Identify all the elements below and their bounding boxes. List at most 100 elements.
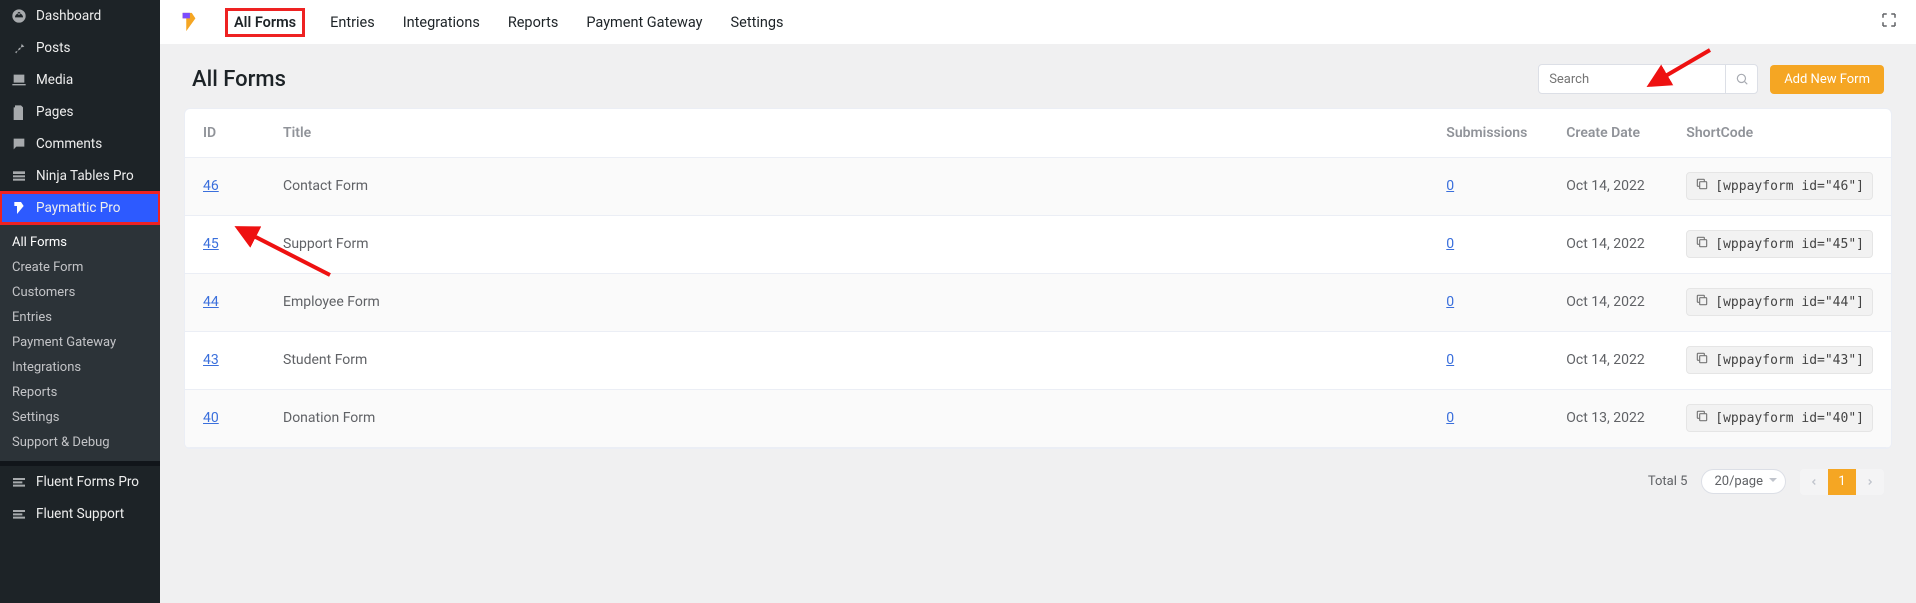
submissions-link[interactable]: 0: [1446, 236, 1454, 252]
table-row: 44 Employee Form 0 Oct 14, 2022 [wppayform i…: [185, 273, 1891, 331]
sidebar-item-fluent-support[interactable]: Fluent Support: [0, 498, 160, 530]
media-icon: [10, 72, 28, 88]
submenu-item-integrations[interactable]: Integrations: [0, 355, 160, 380]
shortcode-text: [wppayform id="45"]: [1715, 237, 1864, 252]
tab-settings[interactable]: Settings: [731, 14, 784, 31]
create-date-cell: Oct 14, 2022: [1548, 215, 1668, 273]
submissions-link[interactable]: 0: [1446, 410, 1454, 426]
pager-prev[interactable]: [1800, 469, 1828, 495]
create-date-cell: Oct 14, 2022: [1548, 331, 1668, 389]
wp-admin-sidebar: Dashboard Posts Media Pages Comments Ninja Ta…: [0, 0, 160, 603]
table-row: 45 Support Form 0 Oct 14, 2022 [wppayform id…: [185, 215, 1891, 273]
main-area: All Forms Entries Integrations Reports Payme…: [160, 0, 1916, 603]
plugin-topbar: All Forms Entries Integrations Reports Payme…: [160, 0, 1916, 44]
submenu-item-all-forms[interactable]: All Forms: [0, 230, 160, 255]
sidebar-item-pages[interactable]: Pages: [0, 96, 160, 128]
copy-icon: [1695, 351, 1709, 365]
submenu-item-reports[interactable]: Reports: [0, 380, 160, 405]
form-id-link[interactable]: 43: [203, 352, 219, 368]
submenu-item-settings[interactable]: Settings: [0, 405, 160, 430]
search-button[interactable]: [1725, 65, 1757, 93]
tab-all-forms[interactable]: All Forms: [228, 11, 302, 34]
submissions-link[interactable]: 0: [1446, 178, 1454, 194]
form-title-cell: Support Form: [265, 215, 1428, 273]
form-id-link[interactable]: 46: [203, 178, 219, 194]
table-row: 40 Donation Form 0 Oct 13, 2022 [wppayform i…: [185, 389, 1891, 447]
shortcode-text: [wppayform id="43"]: [1715, 353, 1864, 368]
sidebar-item-label: Fluent Forms Pro: [36, 474, 139, 490]
sidebar-item-label: Comments: [36, 136, 102, 152]
content-wrapper: All Forms Add New Form IDTitleSubmission…: [160, 44, 1916, 521]
chevron-left-icon: [1809, 477, 1819, 487]
shortcode-chip[interactable]: [wppayform id="40"]: [1686, 404, 1873, 432]
tab-integrations[interactable]: Integrations: [403, 14, 480, 31]
table-row: 43 Student Form 0 Oct 14, 2022 [wppayform id…: [185, 331, 1891, 389]
submenu-item-customers[interactable]: Customers: [0, 280, 160, 305]
tab-entries[interactable]: Entries: [330, 14, 375, 31]
tab-reports[interactable]: Reports: [508, 14, 559, 31]
sidebar-item-label: Ninja Tables Pro: [36, 168, 134, 184]
submenu-item-create-form[interactable]: Create Form: [0, 255, 160, 280]
form-title-cell: Employee Form: [265, 273, 1428, 331]
total-label: Total 5: [1648, 474, 1688, 489]
shortcode-chip[interactable]: [wppayform id="46"]: [1686, 172, 1873, 200]
tab-payment-gateway[interactable]: Payment Gateway: [586, 14, 702, 31]
create-date-cell: Oct 13, 2022: [1548, 389, 1668, 447]
fluent-icon: [10, 474, 28, 490]
fluent-icon: [10, 506, 28, 522]
shortcode-chip[interactable]: [wppayform id="45"]: [1686, 230, 1873, 258]
submenu-item-payment-gateway[interactable]: Payment Gateway: [0, 330, 160, 355]
shortcode-chip[interactable]: [wppayform id="44"]: [1686, 288, 1873, 316]
col-create-date: Create Date: [1548, 109, 1668, 157]
paymattic-submenu: All FormsCreate FormCustomersEntriesPaym…: [0, 224, 160, 461]
sidebar-item-label: Media: [36, 72, 73, 88]
shortcode-text: [wppayform id="46"]: [1715, 179, 1864, 194]
sidebar-item-comments[interactable]: Comments: [0, 128, 160, 160]
sidebar-item-label: Posts: [36, 40, 70, 56]
shortcode-chip[interactable]: [wppayform id="43"]: [1686, 346, 1873, 374]
submenu-item-support-debug[interactable]: Support & Debug: [0, 430, 160, 455]
copy-icon: [1695, 293, 1709, 307]
comment-icon: [10, 136, 28, 152]
sidebar-item-dashboard[interactable]: Dashboard: [0, 0, 160, 32]
add-new-form-button[interactable]: Add New Form: [1770, 65, 1884, 94]
col-shortcode: ShortCode: [1668, 109, 1891, 157]
submenu-item-entries[interactable]: Entries: [0, 305, 160, 330]
table-footer: Total 5 20/page 1: [184, 463, 1892, 501]
dash-icon: [10, 8, 28, 24]
form-title-cell: Student Form: [265, 331, 1428, 389]
form-id-link[interactable]: 44: [203, 294, 219, 310]
pager: 1: [1800, 469, 1884, 495]
copy-icon: [1695, 235, 1709, 249]
pager-page-1[interactable]: 1: [1828, 469, 1856, 495]
form-title-cell: Donation Form: [265, 389, 1428, 447]
sidebar-item-paymattic-pro[interactable]: Paymattic Pro: [0, 192, 160, 224]
form-id-link[interactable]: 45: [203, 236, 219, 252]
search-input[interactable]: [1539, 72, 1725, 87]
create-date-cell: Oct 14, 2022: [1548, 273, 1668, 331]
shortcode-text: [wppayform id="44"]: [1715, 295, 1864, 310]
sidebar-item-label: Pages: [36, 104, 74, 120]
sidebar-item-ninja-tables-pro[interactable]: Ninja Tables Pro: [0, 160, 160, 192]
sidebar-item-media[interactable]: Media: [0, 64, 160, 96]
table-row: 46Contact Form0Oct 14, 2022[wppayform id…: [185, 157, 1891, 215]
shortcode-text: [wppayform id="40"]: [1715, 411, 1864, 426]
page-size-select[interactable]: 20/page: [1701, 469, 1786, 494]
page-title: All Forms: [192, 67, 286, 92]
form-title-cell: Contact Form: [265, 157, 1428, 215]
search-icon: [1735, 72, 1749, 86]
sidebar-item-posts[interactable]: Posts: [0, 32, 160, 64]
sidebar-item-label: Fluent Support: [36, 506, 124, 522]
submissions-link[interactable]: 0: [1446, 352, 1454, 368]
fullscreen-icon[interactable]: [1880, 11, 1898, 33]
col-id: ID: [185, 109, 265, 157]
copy-icon: [1695, 177, 1709, 191]
search-wrap: [1538, 64, 1758, 94]
submissions-link[interactable]: 0: [1446, 294, 1454, 310]
copy-icon: [1695, 409, 1709, 423]
page-icon: [10, 104, 28, 120]
pager-next[interactable]: [1856, 469, 1884, 495]
sidebar-item-fluent-forms-pro[interactable]: Fluent Forms Pro: [0, 466, 160, 498]
pin-icon: [10, 40, 28, 56]
form-id-link[interactable]: 40: [203, 410, 219, 426]
